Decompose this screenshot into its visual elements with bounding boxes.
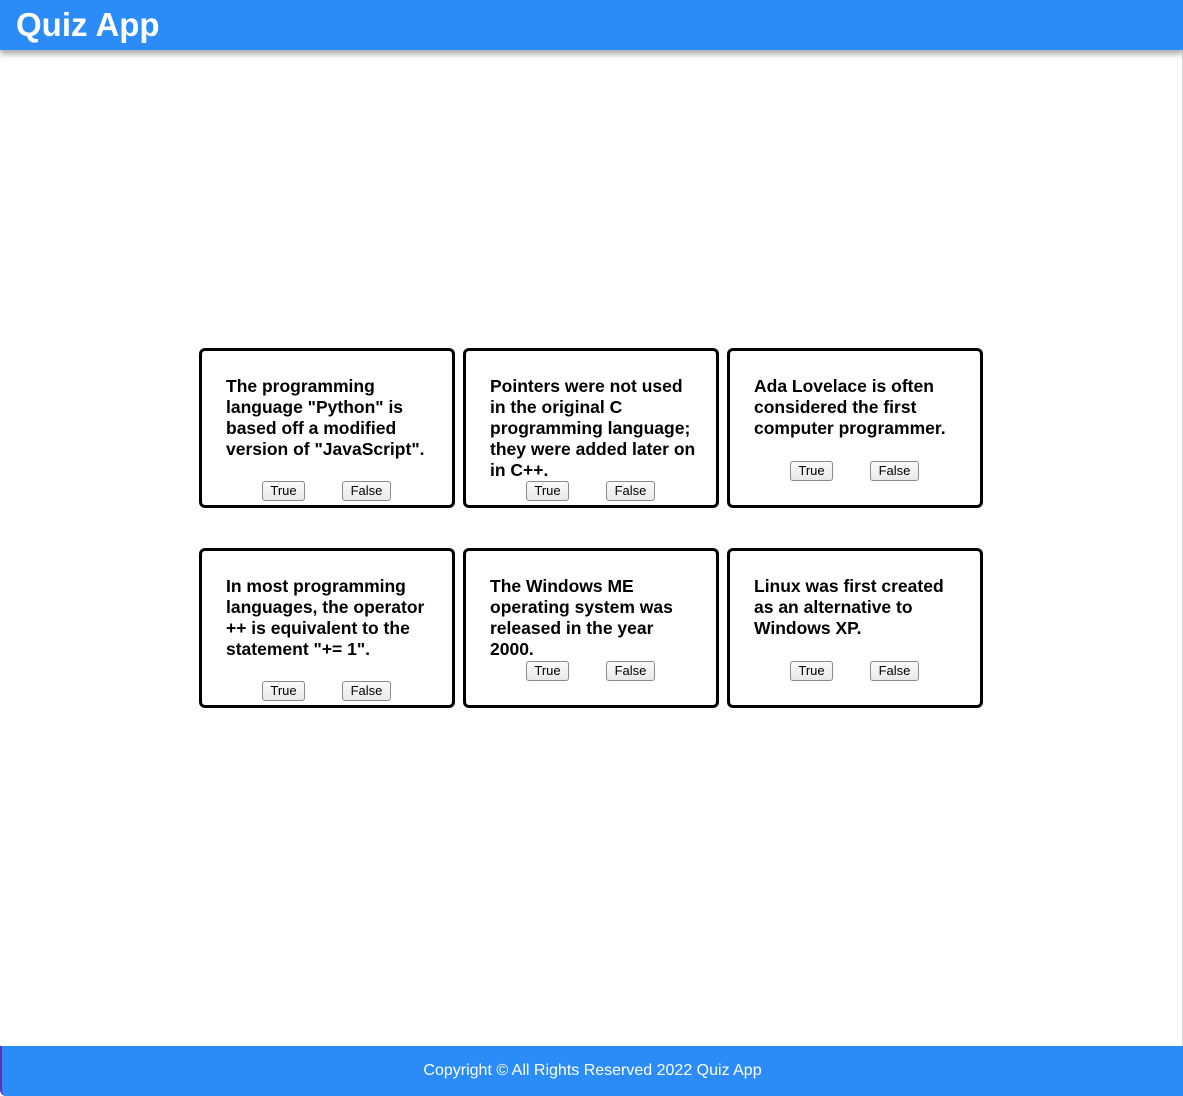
true-button[interactable]: True	[526, 481, 569, 501]
app-footer: Copyright © All Rights Reserved 2022 Qui…	[0, 1046, 1183, 1096]
question-text: Pointers were not used in the original C…	[490, 376, 696, 480]
app-header: Quiz App	[0, 0, 1183, 50]
answer-buttons: True False	[466, 481, 716, 501]
false-button[interactable]: False	[342, 481, 391, 501]
true-button[interactable]: True	[262, 681, 305, 701]
true-button[interactable]: True	[790, 661, 833, 681]
question-card: In most programming languages, the opera…	[199, 548, 455, 708]
question-text: The Windows ME operating system was rele…	[490, 576, 673, 659]
true-button[interactable]: True	[262, 481, 305, 501]
false-button[interactable]: False	[606, 481, 655, 501]
copyright-text: Copyright © All Rights Reserved 2022 Qui…	[423, 1062, 762, 1079]
true-button[interactable]: True	[790, 461, 833, 481]
question-card: The Windows ME operating system was rele…	[463, 548, 719, 708]
question-card: Pointers were not used in the original C…	[463, 348, 719, 508]
answer-buttons: True False	[202, 481, 452, 501]
quiz-page: Quiz App The programming language "Pytho…	[0, 0, 1183, 1096]
false-button[interactable]: False	[870, 461, 919, 481]
false-button[interactable]: False	[606, 661, 655, 681]
question-text: The programming language "Python" is bas…	[226, 376, 425, 459]
answer-buttons: True False	[730, 461, 980, 481]
question-card: The programming language "Python" is bas…	[199, 348, 455, 508]
app-title: Quiz App	[16, 6, 160, 43]
false-button[interactable]: False	[870, 661, 919, 681]
true-button[interactable]: True	[526, 661, 569, 681]
question-text: Ada Lovelace is often considered the fir…	[754, 376, 946, 438]
question-card: Ada Lovelace is often considered the fir…	[727, 348, 983, 508]
answer-buttons: True False	[730, 661, 980, 681]
answer-buttons: True False	[466, 661, 716, 681]
false-button[interactable]: False	[342, 681, 391, 701]
question-card: Linux was first created as an alternativ…	[727, 548, 983, 708]
answer-buttons: True False	[202, 681, 452, 701]
question-text: Linux was first created as an alternativ…	[754, 576, 944, 638]
question-text: In most programming languages, the opera…	[226, 576, 425, 659]
